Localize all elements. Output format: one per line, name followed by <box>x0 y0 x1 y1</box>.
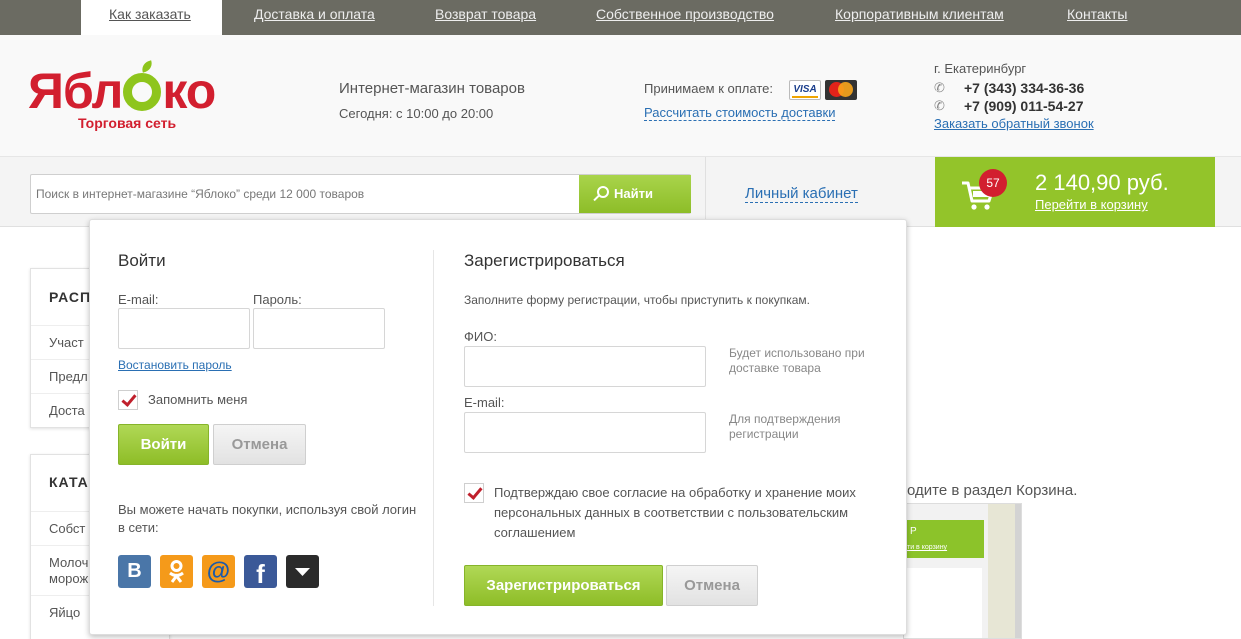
email-label: E-mail: <box>118 292 159 307</box>
sidebar-heading: РАСП <box>49 289 92 305</box>
apple-icon <box>123 60 162 111</box>
city-label: г. Екатеринбург <box>934 61 1027 76</box>
mastercard-icon <box>825 80 857 100</box>
go-to-cart-link[interactable]: Перейти в корзину <box>1035 197 1148 212</box>
search-input[interactable] <box>36 187 576 201</box>
login-email-field[interactable] <box>118 308 250 349</box>
nav-item-delivery[interactable]: Доставка и оплата <box>254 6 375 22</box>
register-button[interactable]: Зарегистрироваться <box>464 565 663 606</box>
shop-hours: Сегодня: с 10:00 до 20:00 <box>339 106 494 121</box>
divider <box>705 157 706 222</box>
sidebar-item[interactable]: Собст <box>49 521 85 536</box>
mailru-icon[interactable]: @ <box>202 555 235 588</box>
visa-icon: VISA <box>789 80 821 100</box>
sidebar-heading: КАТА <box>49 474 89 490</box>
login-button[interactable]: Войти <box>118 424 209 465</box>
sidebar-item[interactable]: Молоч <box>49 555 88 570</box>
content-text: одите в раздел Корзина. <box>907 482 1078 499</box>
sidebar-item[interactable]: морож <box>49 571 88 586</box>
login-cancel-button[interactable]: Отмена <box>213 424 306 465</box>
fio-label: ФИО: <box>464 329 497 344</box>
cart-panel[interactable]: 57 2 140,90 руб. Перейти в корзину <box>935 157 1215 227</box>
phone-icon: ✆ <box>934 98 945 113</box>
nav-item-contacts[interactable]: Контакты <box>1067 6 1127 22</box>
restore-password-link[interactable]: Востановить пароль <box>118 358 232 372</box>
remember-me-checkbox[interactable] <box>118 390 138 410</box>
fio-hint: Будет использовано при доставке товара <box>729 346 865 375</box>
logo-subtitle: Торговая сеть <box>78 115 177 131</box>
site-header: Ябл ко Торговая сеть Интернет-магазин тов… <box>0 35 1241 157</box>
register-title: Зарегистрироваться <box>464 251 625 270</box>
image-caption: ти в корзину <box>907 544 948 551</box>
register-email-label: E-mail: <box>464 395 505 410</box>
search-button-label: Найти <box>614 186 653 201</box>
remember-me-label: Запомнить меня <box>148 392 248 407</box>
nav-item-how-to-order[interactable]: Как заказать <box>81 0 222 35</box>
nav-item-production[interactable]: Собственное производство <box>596 6 774 22</box>
login-title: Войти <box>118 251 166 270</box>
phone-number-1: +7 (343) 334-36-36 <box>964 80 1085 96</box>
auth-modal: Войти E-mail: Пароль: Востановить пароль… <box>89 219 907 635</box>
payment-label: Принимаем к оплате: <box>644 81 773 96</box>
register-fio-field[interactable] <box>464 346 706 387</box>
phone-number-2: +7 (909) 011-54-27 <box>964 98 1084 114</box>
register-email-field[interactable] <box>464 412 706 453</box>
callback-link[interactable]: Заказать обратный звонок <box>934 116 1094 131</box>
sidebar-item[interactable]: Предл <box>49 369 88 384</box>
social-login-text: Вы можете начать покупки, используя свой… <box>118 502 417 535</box>
password-label: Пароль: <box>253 292 302 307</box>
logo-text-right: ко <box>162 63 216 119</box>
vk-icon[interactable]: В <box>118 555 151 588</box>
shop-title: Интернет-магазин товаров <box>339 80 525 97</box>
nav-item-corporate[interactable]: Корпоративным клиентам <box>835 6 1004 22</box>
account-link[interactable]: Личный кабинет <box>745 185 858 203</box>
cart-count-badge: 57 <box>979 169 1007 197</box>
odnoklassniki-icon[interactable] <box>160 555 193 588</box>
register-intro: Заполните форму регистрации, чтобы прист… <box>464 293 811 307</box>
top-nav: Как заказать Доставка и оплата Возврат т… <box>0 0 1241 35</box>
content-screenshot-image: Р ти в корзину <box>903 503 1022 639</box>
search-bar-row: Найти Личный кабинет 57 2 140,90 руб. Пе… <box>0 157 1241 227</box>
email-hint: Для подтверждения регистрации <box>729 412 841 441</box>
sidebar-item[interactable]: Участ <box>49 335 84 350</box>
sidebar-item[interactable]: Яйцо <box>49 605 80 620</box>
register-cancel-button[interactable]: Отмена <box>666 565 758 606</box>
phone-icon: ✆ <box>934 80 945 95</box>
search-button[interactable]: Найти <box>579 175 691 213</box>
nav-item-returns[interactable]: Возврат товара <box>435 6 536 22</box>
search-icon <box>597 186 609 198</box>
cart-total: 2 140,90 руб. <box>1035 170 1169 195</box>
logo[interactable]: Ябл ко Торговая сеть <box>28 60 216 131</box>
nav-item-label[interactable]: Как заказать <box>109 6 191 22</box>
agree-text: Подтверждаю свое согласие на обработку и… <box>494 485 856 540</box>
more-social-dropdown-icon[interactable] <box>286 555 319 588</box>
logo-text-left: Ябл <box>28 63 123 119</box>
sidebar-item[interactable]: Доста <box>49 403 85 418</box>
search-box: Найти <box>30 174 691 214</box>
delivery-calc-link[interactable]: Рассчитать стоимость доставки <box>644 105 836 121</box>
login-password-field[interactable] <box>253 308 385 349</box>
agree-checkbox[interactable] <box>464 483 484 503</box>
facebook-icon[interactable]: f <box>244 555 277 589</box>
image-caption: Р <box>910 526 917 537</box>
column-divider <box>433 250 434 606</box>
